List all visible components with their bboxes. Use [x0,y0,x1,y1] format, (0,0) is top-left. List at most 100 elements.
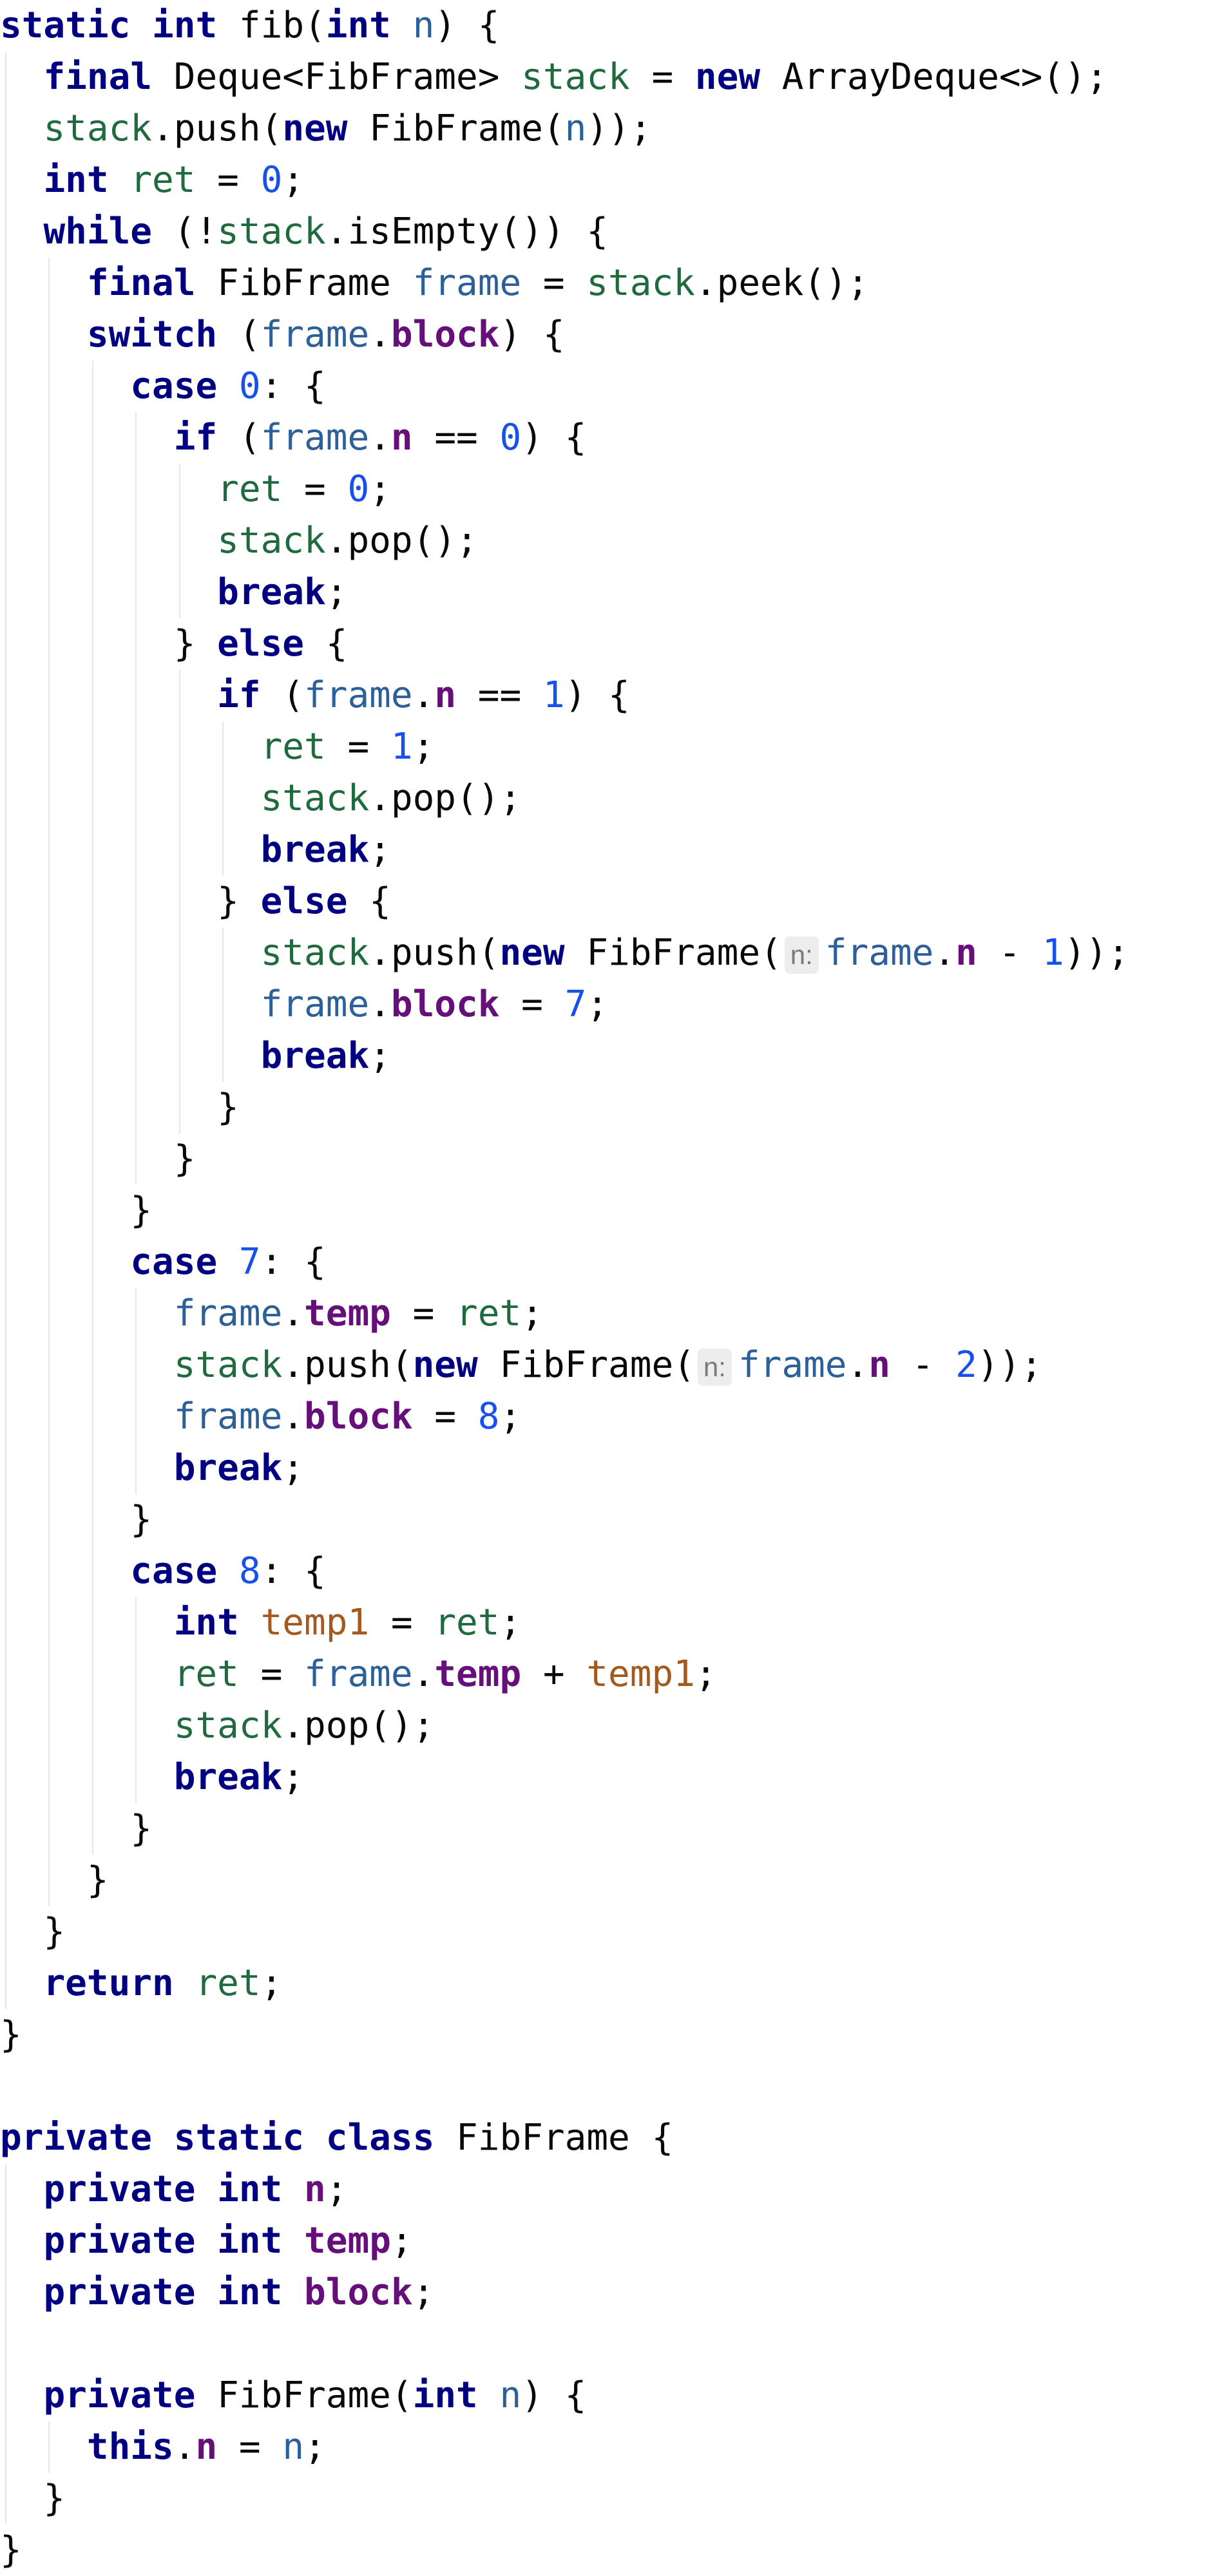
code-line[interactable]: private int n; [0,2164,347,2215]
local-variable-token: stack [43,108,153,149]
code-line[interactable]: this.n = n; [0,2421,326,2473]
code-token: ArrayDeque<>(); [760,56,1108,98]
code-token: ( [260,674,305,716]
code-line[interactable]: stack.pop(); [0,1700,435,1752]
code-line[interactable]: private FibFrame(int n) { [0,2370,586,2421]
number-token: 2 [955,1344,977,1386]
code-token: ; [412,726,435,768]
number-token: 1 [390,726,413,768]
code-line[interactable]: } [0,1494,152,1546]
code-line[interactable]: frame.temp = ret; [0,1288,543,1340]
code-line[interactable]: static int fib(int n) { [0,0,500,52]
code-token: ; [694,1653,717,1695]
variable-token: temp1 [260,1602,370,1643]
field-token: block [390,314,500,355]
code-line[interactable]: stack.push(new FibFrame(n: frame.n - 2)); [0,1340,1042,1391]
parameter-token: frame [260,314,370,355]
code-line[interactable]: private static class FibFrame { [0,2112,673,2164]
code-line[interactable]: } [0,1803,152,1855]
code-line[interactable]: int ret = 0; [0,155,304,206]
code-token: )); [586,108,652,149]
code-line[interactable]: ret = 0; [0,464,391,515]
code-line[interactable]: private int block; [0,2267,434,2318]
code-line[interactable]: while (!stack.isEmpty()) { [0,206,608,258]
code-line[interactable]: case 7: { [0,1236,325,1288]
code-token: .push( [152,108,283,149]
local-variable-token: ret [195,1962,261,2004]
parameter-token: frame [412,262,522,304]
code-line[interactable]: final FibFrame frame = stack.peek(); [0,258,869,309]
code-line[interactable]: break; [0,567,347,618]
code-line[interactable]: int temp1 = ret; [0,1597,521,1649]
code-line[interactable]: break; [0,1443,304,1494]
code-token: .pop(); [282,1705,435,1747]
code-token: Deque<FibFrame> [152,56,522,98]
code-line[interactable]: } else { [0,876,391,927]
code-line[interactable]: frame.block = 7; [0,979,608,1030]
code-token: ; [412,2271,435,2313]
code-line[interactable]: final Deque<FibFrame> stack = new ArrayD… [0,52,1108,103]
code-token: . [369,983,391,1025]
number-token: 0 [260,159,283,201]
code-line[interactable]: stack.pop(); [0,773,522,824]
code-token: = [325,726,391,768]
code-token: . [282,1293,305,1334]
code-line[interactable]: ret = 1; [0,721,435,773]
code-token: } [0,2014,22,2056]
number-token: 8 [238,1550,261,1592]
code-line[interactable]: ret = frame.temp + temp1; [0,1649,717,1700]
code-line[interactable]: } [0,1082,239,1133]
keyword-token: break [173,1756,283,1798]
field-token: n [868,1344,890,1386]
code-line[interactable]: } [0,1133,196,1185]
code-line[interactable]: } else { [0,618,348,670]
code-line[interactable]: frame.block = 8; [0,1391,521,1443]
code-editor[interactable]: static int fib(int n) { final Deque<FibF… [0,0,1224,2576]
code-line[interactable]: if (frame.n == 1) { [0,670,630,721]
keyword-token: private [43,2168,196,2210]
code-token: ; [369,829,391,871]
code-line[interactable]: break; [0,824,391,876]
code-line[interactable]: case 0: { [0,361,325,412]
variable-token: temp1 [586,1653,695,1695]
keyword-token: switch [86,314,218,355]
code-token: ; [369,468,391,510]
keyword-token: class [325,2117,435,2159]
code-line[interactable]: private int temp; [0,2215,412,2267]
code-line[interactable]: if (frame.n == 0) { [0,412,587,464]
code-line[interactable]: stack.push(new FibFrame(n)); [0,103,652,155]
code-token: } [0,1911,66,1953]
keyword-token: new [694,56,761,98]
code-line[interactable]: } [0,2524,22,2576]
code-line[interactable]: stack.push(new FibFrame(n: frame.n - 1)); [0,927,1129,979]
code-line[interactable]: switch (frame.block) { [0,309,565,361]
code-token: FibFrame( [564,932,782,974]
number-token: 0 [499,417,522,459]
keyword-token: else [217,623,305,665]
code-line[interactable]: } [0,2009,22,2061]
code-line[interactable]: break; [0,1030,391,1082]
field-token: temp [434,1653,522,1695]
code-line[interactable]: } [0,1185,152,1236]
code-token: (! [152,211,218,252]
code-token: ) { [499,314,565,355]
code-token: ) { [564,674,630,716]
code-line[interactable]: } [0,1855,109,1906]
code-line[interactable]: case 8: { [0,1546,325,1597]
code-line[interactable]: } [0,1906,65,1958]
code-line[interactable]: stack.pop(); [0,515,478,567]
code-line[interactable]: return ret; [0,1958,282,2009]
number-token: 7 [238,1241,261,1283]
keyword-token: break [260,829,370,871]
code-line[interactable]: } [0,2473,65,2524]
code-line[interactable]: break; [0,1752,304,1803]
code-token: )); [1064,932,1129,974]
